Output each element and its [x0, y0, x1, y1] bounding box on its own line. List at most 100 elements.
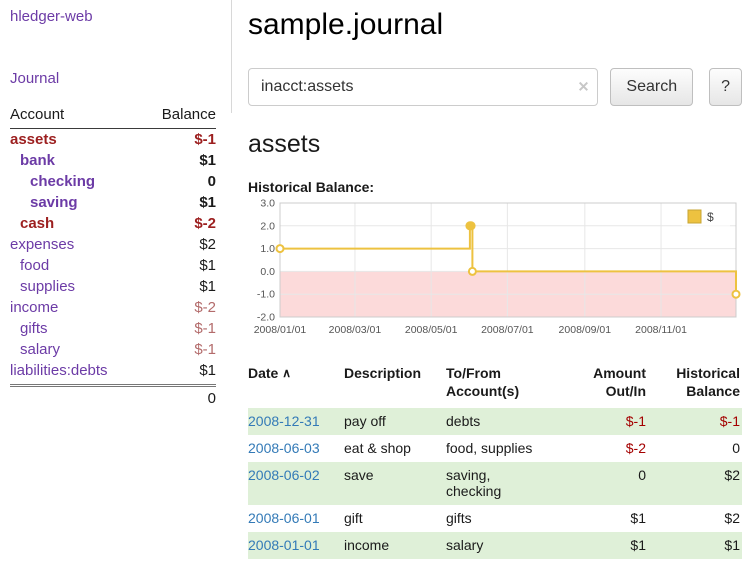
transaction-date-cell: 2008-06-03 [248, 435, 344, 462]
account-link[interactable]: liabilities:debts [10, 362, 108, 379]
transaction-description-cell: eat & shop [344, 435, 446, 462]
account-row: liabilities:debts $1 [10, 360, 216, 381]
register-header-row: Date ∧ Description To/From Account(s) Am… [248, 365, 742, 408]
transaction-date-cell: 2008-12-31 [248, 408, 344, 435]
transaction-date-link[interactable]: 2008-06-01 [248, 510, 320, 526]
register-row: 2008-06-02savesaving, checking0$2 [248, 462, 742, 506]
account-balance: $-1 [194, 341, 216, 358]
transaction-amount-cell: $-1 [574, 408, 654, 435]
svg-text:3.0: 3.0 [260, 199, 275, 210]
account-heading: assets [248, 130, 742, 159]
account-row: cash$-2 [10, 213, 216, 234]
sort-asc-icon: ∧ [282, 366, 291, 380]
account-balance: $1 [199, 362, 216, 379]
register-body: 2008-12-31pay offdebts$-1$-12008-06-03ea… [248, 408, 742, 559]
register-header-balance: Historical Balance [654, 365, 742, 408]
account-balance: $1 [199, 194, 216, 211]
account-balance: $1 [199, 257, 216, 274]
register-row: 2008-01-01incomesalary$1$1 [248, 532, 742, 559]
account-balance: $-1 [194, 320, 216, 337]
accounts-total-row: 0 [10, 384, 216, 410]
accounts-total-value: 0 [208, 390, 216, 407]
account-row: salary $-1 [10, 339, 216, 360]
transaction-date-link[interactable]: 2008-01-01 [248, 537, 320, 553]
account-row: income $-2 [10, 297, 216, 318]
search-button[interactable]: Search [610, 68, 693, 106]
accounts-rows: assets$-1bank$1checking0saving$1cash$-2e… [10, 129, 216, 381]
brand-link[interactable]: hledger-web [10, 8, 93, 25]
account-row: bank $1 [10, 150, 216, 171]
svg-text:2008/11/01: 2008/11/01 [635, 324, 687, 336]
account-link[interactable]: cash [10, 215, 54, 232]
account-link[interactable]: income [10, 299, 58, 316]
transaction-date-cell: 2008-01-01 [248, 532, 344, 559]
svg-text:-1.0: -1.0 [257, 289, 275, 301]
transaction-balance-cell: 0 [654, 435, 742, 462]
account-balance: $-2 [194, 299, 216, 316]
account-link[interactable]: food [10, 257, 49, 274]
register-row: 2008-12-31pay offdebts$-1$-1 [248, 408, 742, 435]
account-link[interactable]: bank [10, 152, 55, 169]
help-button[interactable]: ? [709, 68, 742, 106]
register-header-accounts: To/From Account(s) [446, 365, 574, 408]
svg-text:2.0: 2.0 [260, 220, 275, 232]
svg-text:1.0: 1.0 [260, 243, 275, 255]
register-header-date[interactable]: Date ∧ [248, 365, 344, 408]
account-link[interactable]: expenses [10, 236, 74, 253]
account-link[interactable]: salary [10, 341, 60, 358]
svg-text:0.0: 0.0 [260, 266, 275, 278]
register-header-description: Description [344, 365, 446, 408]
accounts-col-account: Account [10, 106, 64, 123]
svg-text:2008/07/01: 2008/07/01 [481, 324, 534, 336]
transaction-balance-cell: $-1 [654, 408, 742, 435]
page-title: sample.journal [248, 8, 742, 42]
account-row: assets $-1 [10, 129, 216, 150]
main-content: sample.journal ✕ Search ? assets Histori… [248, 0, 742, 559]
account-row: saving $1 [10, 192, 216, 213]
transaction-description-cell: gift [344, 505, 446, 532]
account-row: supplies $1 [10, 276, 216, 297]
clear-search-icon[interactable]: ✕ [578, 79, 590, 96]
search-row: ✕ Search ? [248, 68, 742, 106]
accounts-col-balance: Balance [162, 106, 216, 123]
transaction-accounts-cell: saving, checking [446, 462, 574, 506]
account-link[interactable]: gifts [10, 320, 48, 337]
balance-chart: 3.02.01.00.0-1.0-2.02008/01/012008/03/01… [248, 199, 742, 341]
transaction-balance-cell: $1 [654, 532, 742, 559]
search-box: ✕ [248, 68, 598, 106]
date-header-label: Date [248, 365, 278, 381]
sidebar-item-journal[interactable]: Journal [10, 70, 59, 87]
transaction-description-cell: save [344, 462, 446, 506]
transaction-amount-cell: 0 [574, 462, 654, 506]
account-link[interactable]: saving [10, 194, 78, 211]
register-row: 2008-06-03eat & shopfood, supplies$-20 [248, 435, 742, 462]
transaction-date-cell: 2008-06-01 [248, 505, 344, 532]
svg-text:2008/03/01: 2008/03/01 [329, 324, 382, 336]
transaction-description-cell: pay off [344, 408, 446, 435]
register-row: 2008-06-01giftgifts$1$2 [248, 505, 742, 532]
transaction-description-cell: income [344, 532, 446, 559]
transaction-amount-cell: $1 [574, 532, 654, 559]
account-link[interactable]: assets [10, 131, 57, 148]
sidebar-nav: Journal [10, 70, 216, 88]
account-balance: $2 [199, 236, 216, 253]
account-balance: 0 [208, 173, 216, 190]
transaction-date-link[interactable]: 2008-12-31 [248, 413, 320, 429]
account-balance: $-1 [194, 131, 216, 148]
account-row: expenses $2 [10, 234, 216, 255]
chart-title: Historical Balance: [248, 179, 742, 195]
accounts-table: Account Balance assets $-1 bank $1 checking 0… [10, 104, 216, 410]
account-balance: $1 [199, 278, 216, 295]
transaction-date-link[interactable]: 2008-06-02 [248, 467, 320, 483]
search-input[interactable] [248, 68, 598, 106]
account-row: gifts $-1 [10, 318, 216, 339]
sidebar: hledger-web Journal Account Balance asse… [0, 0, 232, 410]
account-link[interactable]: supplies [10, 278, 75, 295]
transaction-amount-cell: $-2 [574, 435, 654, 462]
account-row: checking 0 [10, 171, 216, 192]
transaction-balance-cell: $2 [654, 505, 742, 532]
account-balance: $1 [199, 152, 216, 169]
account-link[interactable]: checking [10, 173, 95, 190]
transaction-date-link[interactable]: 2008-06-03 [248, 440, 320, 456]
svg-text:-2.0: -2.0 [257, 312, 275, 324]
